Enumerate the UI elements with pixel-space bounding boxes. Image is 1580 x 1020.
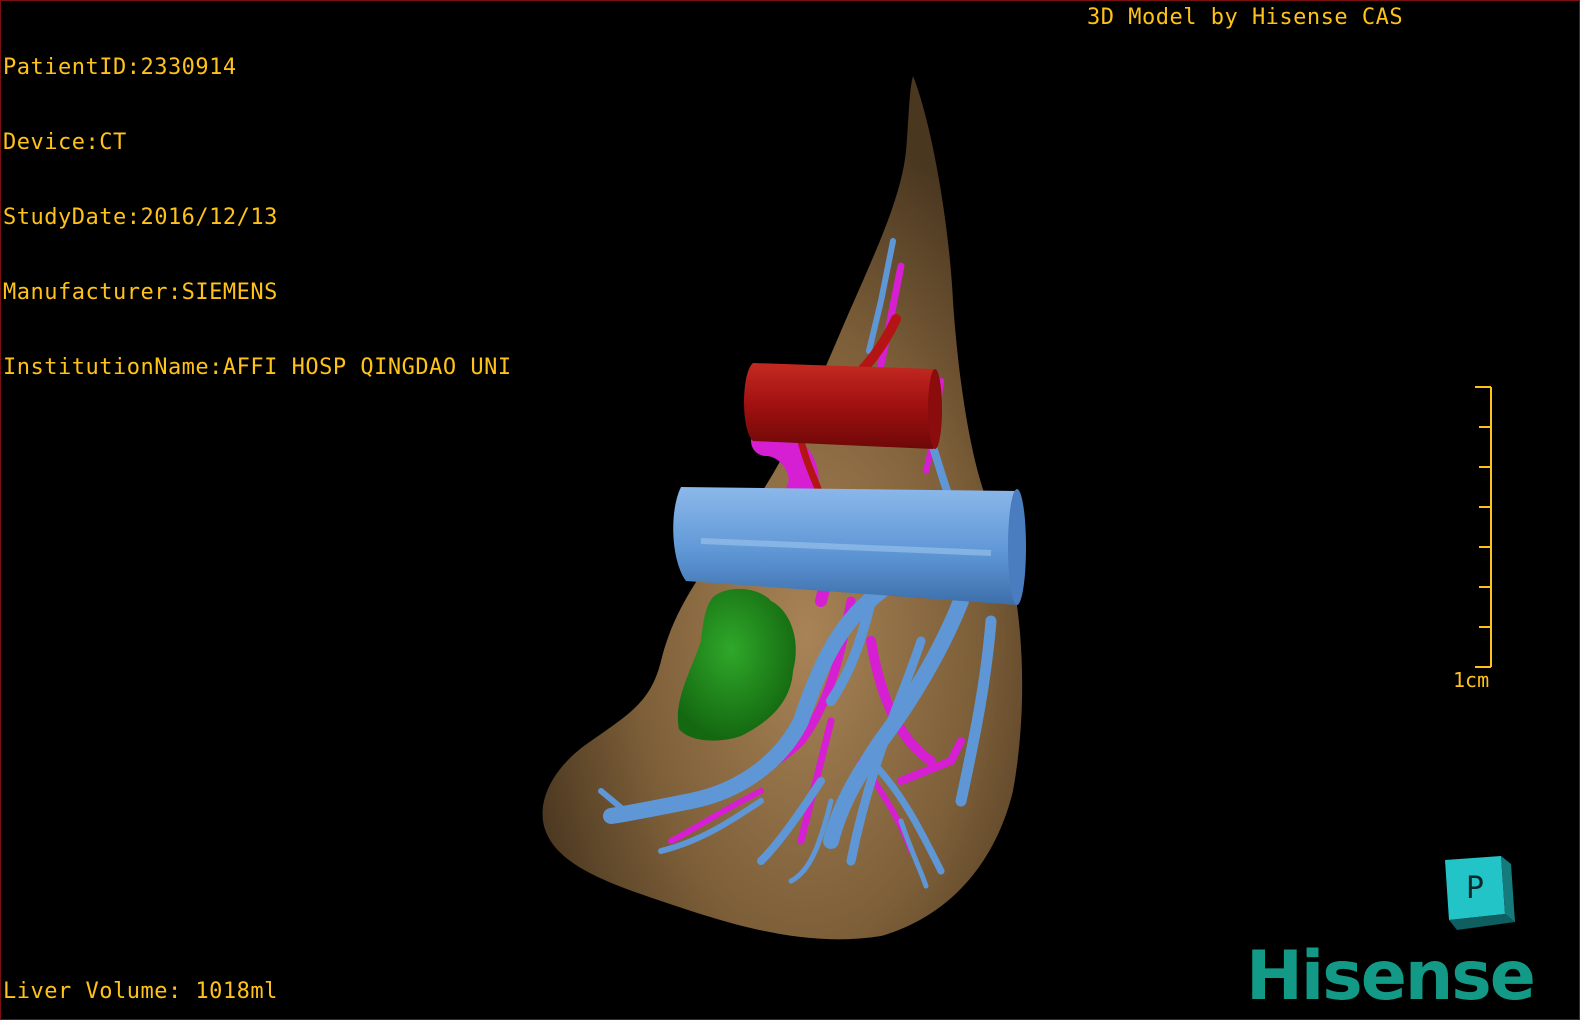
aorta-segment [744, 363, 942, 449]
scale-bar [1475, 386, 1492, 668]
institution-label: InstitutionName:AFFI HOSP QINGDAO UNI [3, 355, 512, 380]
hisense-logo: Hisense [1246, 937, 1536, 1016]
device-label: Device:CT [3, 130, 127, 155]
study-date-label: StudyDate:2016/12/13 [3, 205, 278, 230]
scale-label: 1cm [1453, 668, 1490, 692]
manufacturer-label: Manufacturer:SIEMENS [3, 280, 278, 305]
orientation-cube[interactable]: P [1445, 856, 1515, 934]
patient-info-overlay: PatientID:2330914 Device:CT StudyDate:20… [3, 5, 512, 430]
cube-face-label: P [1466, 871, 1484, 906]
3d-viewport[interactable]: PatientID:2330914 Device:CT StudyDate:20… [0, 0, 1580, 1020]
liver-volume-label: Liver Volume: 1018ml [3, 979, 278, 1004]
model-credit-label: 3D Model by Hisense CAS [1087, 5, 1404, 30]
patient-id-label: PatientID:2330914 [3, 55, 237, 80]
